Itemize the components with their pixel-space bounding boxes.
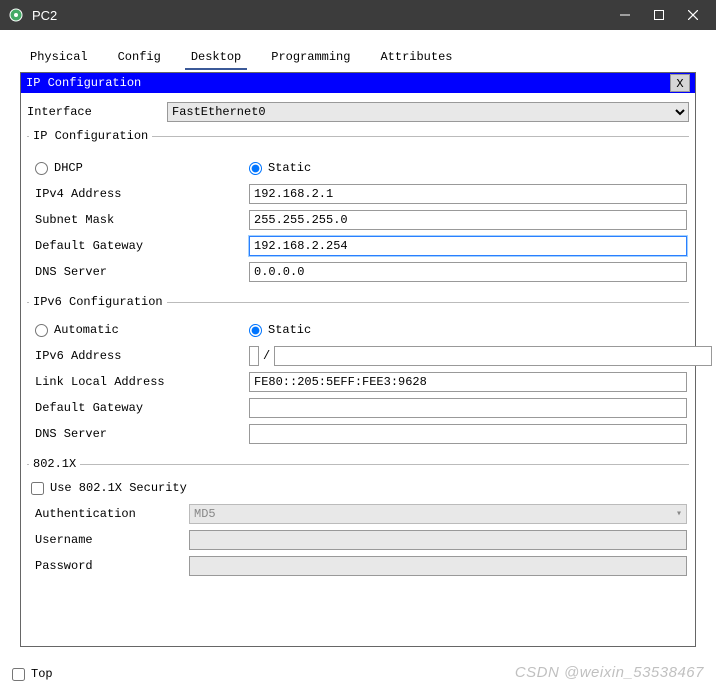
top-label: Top (31, 667, 53, 681)
ipv6-configuration-legend: IPv6 Configuration (29, 295, 167, 309)
window-title: PC2 (32, 8, 618, 23)
use-8021x-checkbox[interactable] (31, 482, 44, 495)
ip-configuration-group: IP Configuration DHCP Static IPv4 Addres… (27, 129, 689, 289)
ipv6-dns-server-label: DNS Server (29, 427, 249, 441)
dot1x-group: 802.1X Use 802.1X Security Authenticatio… (27, 457, 689, 583)
tab-physical[interactable]: Physical (24, 48, 94, 70)
ipv6-default-gateway-input[interactable] (249, 398, 687, 418)
top-checkbox[interactable] (12, 668, 25, 681)
dot1x-legend: 802.1X (29, 457, 80, 471)
tab-bar: Physical Config Desktop Programming Attr… (12, 42, 704, 70)
ipv6-prefix-input[interactable] (274, 346, 712, 366)
default-gateway-input[interactable] (249, 236, 687, 256)
link-local-address-input[interactable] (249, 372, 687, 392)
ipv6-configuration-group: IPv6 Configuration Automatic Static IPv6… (27, 295, 689, 451)
close-button[interactable] (686, 8, 700, 22)
interface-row: Interface FastEthernet0 (27, 101, 689, 123)
minimize-button[interactable] (618, 8, 632, 22)
static-label: Static (268, 161, 311, 175)
interface-label: Interface (27, 105, 167, 119)
dhcp-radio[interactable] (35, 162, 48, 175)
subnet-mask-input[interactable] (249, 210, 687, 230)
ip-configuration-legend: IP Configuration (29, 129, 152, 143)
tab-desktop[interactable]: Desktop (185, 48, 247, 70)
dhcp-label: DHCP (54, 161, 83, 175)
body-area: Physical Config Desktop Programming Attr… (0, 30, 716, 689)
titlebar: PC2 (0, 0, 716, 30)
username-input (189, 530, 687, 550)
ipv6-static-label: Static (268, 323, 311, 337)
username-label: Username (29, 533, 189, 547)
tab-config[interactable]: Config (112, 48, 167, 70)
dialog-content: Interface FastEthernet0 IP Configuration… (21, 93, 695, 589)
link-local-address-label: Link Local Address (29, 375, 249, 389)
password-input (189, 556, 687, 576)
use-8021x-label: Use 802.1X Security (50, 481, 187, 495)
chevron-down-icon: ▾ (676, 508, 682, 520)
ipv6-address-input[interactable] (249, 346, 259, 366)
tab-programming[interactable]: Programming (265, 48, 356, 70)
dns-server-input[interactable] (249, 262, 687, 282)
ip-config-panel: IP Configuration X Interface FastEtherne… (20, 72, 696, 647)
ipv6-default-gateway-label: Default Gateway (29, 401, 249, 415)
ipv6-static-radio[interactable] (249, 324, 262, 337)
dns-server-label: DNS Server (29, 265, 249, 279)
ipv4-address-label: IPv4 Address (29, 187, 249, 201)
automatic-label: Automatic (54, 323, 119, 337)
ip-config-titlebar: IP Configuration X (21, 73, 695, 93)
static-radio[interactable] (249, 162, 262, 175)
ipv6-dns-server-input[interactable] (249, 424, 687, 444)
default-gateway-label: Default Gateway (29, 239, 249, 253)
ipv6-prefix-slash: / (263, 349, 270, 363)
maximize-button[interactable] (652, 8, 666, 22)
watermark: CSDN @weixin_53538467 (515, 664, 704, 681)
interface-select[interactable]: FastEthernet0 (167, 102, 689, 122)
dialog-close-button[interactable]: X (670, 74, 690, 92)
dialog-title: IP Configuration (26, 76, 670, 90)
authentication-label: Authentication (29, 507, 189, 521)
tab-attributes[interactable]: Attributes (374, 48, 458, 70)
password-label: Password (29, 559, 189, 573)
app-window: PC2 Physical Config Desktop Programming … (0, 0, 716, 689)
automatic-radio[interactable] (35, 324, 48, 337)
app-icon (8, 7, 24, 23)
subnet-mask-label: Subnet Mask (29, 213, 249, 227)
ipv6-address-label: IPv6 Address (29, 349, 249, 363)
ipv4-address-input[interactable] (249, 184, 687, 204)
bottom-bar: Top (12, 667, 53, 681)
authentication-select: MD5▾ (189, 504, 687, 524)
window-controls (618, 8, 708, 22)
